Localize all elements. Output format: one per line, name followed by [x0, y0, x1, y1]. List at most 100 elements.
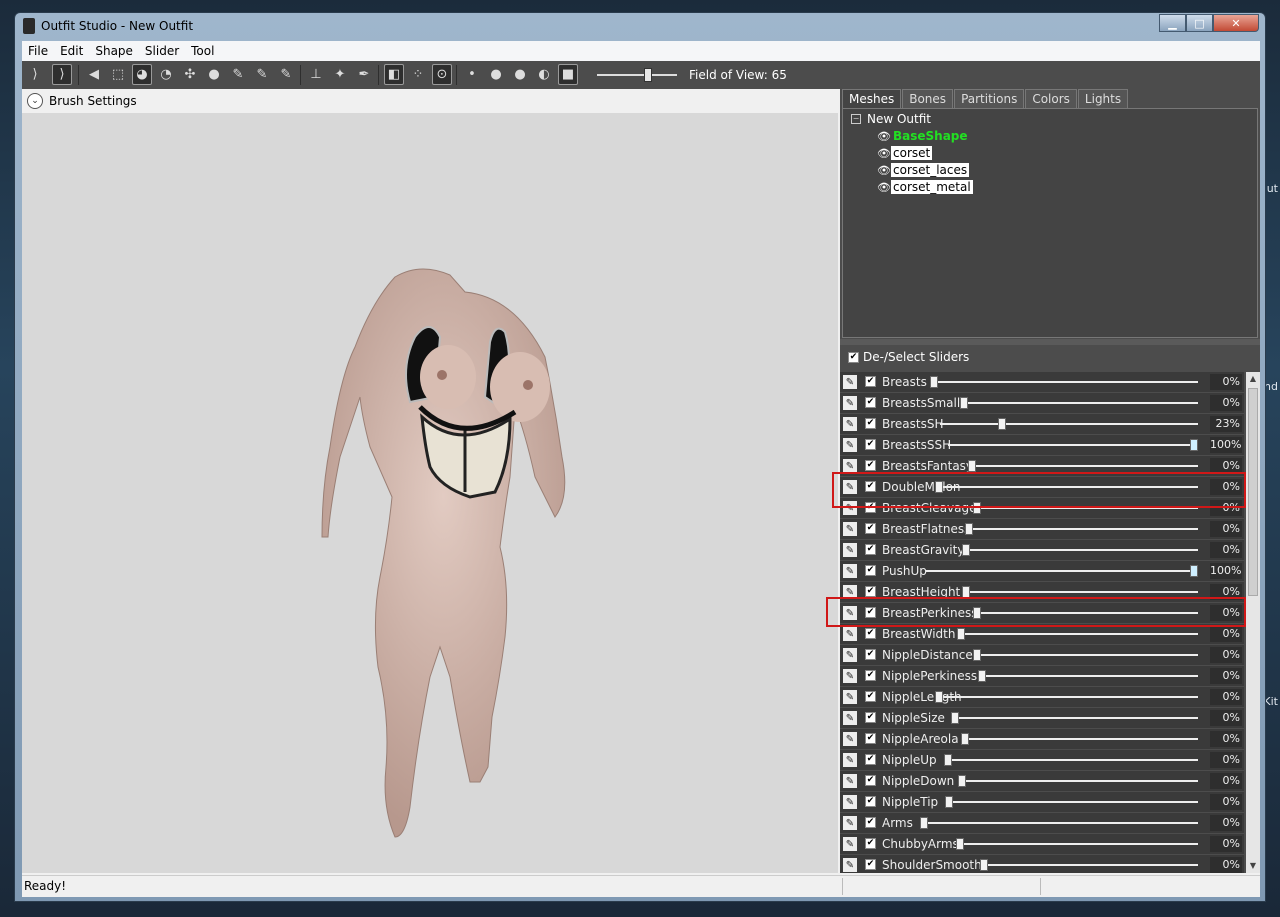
pointer-icon[interactable]: ◀ [84, 64, 104, 85]
slider-value[interactable]: 23% [1210, 416, 1242, 432]
move-brush-icon[interactable]: ✣ [180, 64, 200, 85]
slider-value[interactable]: 0% [1210, 836, 1242, 852]
menu-slider[interactable]: Slider [139, 44, 185, 58]
edit-slider-icon[interactable]: ✎ [843, 795, 857, 809]
tree-item-baseshape[interactable]: 👁 BaseShape [877, 129, 970, 143]
tab-meshes[interactable]: Meshes [842, 89, 902, 110]
slider-checkbox[interactable]: ✔ [865, 733, 876, 744]
slider-track[interactable] [960, 397, 1198, 409]
slider-track[interactable] [948, 439, 1198, 451]
fov-slider[interactable] [597, 68, 677, 82]
slider-value[interactable]: 0% [1210, 521, 1242, 537]
fov-slider-thumb[interactable] [643, 68, 652, 82]
wireframe-icon[interactable]: ◐ [534, 64, 554, 85]
menu-edit[interactable]: Edit [54, 44, 89, 58]
slider-checkbox[interactable]: ✔ [865, 397, 876, 408]
scroll-down-icon[interactable]: ▼ [1246, 859, 1260, 873]
weight-brush-icon[interactable]: ✎ [228, 64, 248, 85]
slider-track[interactable] [956, 838, 1198, 850]
alpha-brush-icon[interactable]: ✎ [276, 64, 296, 85]
slider-checkbox[interactable]: ✔ [865, 544, 876, 555]
brush-size-large-icon[interactable]: ● [510, 64, 530, 85]
edit-slider-icon[interactable]: ✎ [843, 522, 857, 536]
slider-value[interactable]: 0% [1210, 542, 1242, 558]
edit-slider-icon[interactable]: ✎ [843, 753, 857, 767]
slider-value[interactable]: 0% [1210, 773, 1242, 789]
edit-slider-icon[interactable]: ✎ [843, 858, 857, 872]
slider-track[interactable] [958, 775, 1198, 787]
slider-track[interactable] [978, 670, 1198, 682]
slider-value[interactable]: 0% [1210, 374, 1242, 390]
slider-checkbox[interactable]: ✔ [865, 460, 876, 471]
slider-checkbox[interactable]: ✔ [865, 817, 876, 828]
edit-slider-icon[interactable]: ✎ [843, 669, 857, 683]
slider-value[interactable]: 0% [1210, 731, 1242, 747]
slider-thumb[interactable] [968, 460, 976, 472]
scrollbar-thumb[interactable] [1248, 388, 1258, 596]
slider-value[interactable]: 0% [1210, 857, 1242, 873]
slider-value[interactable]: 0% [1210, 647, 1242, 663]
axis-icon[interactable]: ⊥ [306, 64, 326, 85]
tab-colors[interactable]: Colors [1025, 89, 1077, 110]
title-bar[interactable]: Outfit Studio - New Outfit ▁ □ ✕ [15, 13, 1265, 41]
slider-checkbox[interactable]: ✔ [865, 586, 876, 597]
maximize-button[interactable]: □ [1186, 14, 1213, 32]
slider-thumb[interactable] [962, 544, 970, 556]
tree-root[interactable]: − New Outfit [851, 112, 931, 126]
edit-slider-icon[interactable]: ✎ [843, 648, 857, 662]
slider-thumb[interactable] [930, 376, 938, 388]
pin-icon[interactable]: ✦ [330, 64, 350, 85]
slider-track[interactable] [961, 733, 1198, 745]
edit-slider-icon[interactable]: ✎ [843, 774, 857, 788]
edit-slider-icon[interactable]: ✎ [843, 627, 857, 641]
slider-track[interactable] [980, 859, 1198, 871]
brush-size-medium-icon[interactable]: ● [486, 64, 506, 85]
slider-thumb[interactable] [951, 712, 959, 724]
menu-file[interactable]: File [22, 44, 54, 58]
slider-checkbox[interactable]: ✔ [865, 628, 876, 639]
edit-slider-icon[interactable]: ✎ [843, 732, 857, 746]
slider-thumb[interactable] [958, 775, 966, 787]
slider-value[interactable]: 0% [1210, 689, 1242, 705]
slider-value[interactable]: 0% [1210, 710, 1242, 726]
edit-slider-icon[interactable]: ✎ [843, 564, 857, 578]
minimize-button[interactable]: ▁ [1159, 14, 1186, 32]
xray-icon[interactable]: ⊙ [432, 64, 452, 85]
collapse-icon[interactable]: − [851, 114, 861, 124]
slider-thumb[interactable] [960, 397, 968, 409]
select-all-sliders-checkbox[interactable]: ✔ [848, 351, 859, 363]
slider-checkbox[interactable]: ✔ [865, 691, 876, 702]
edit-slider-icon[interactable]: ✎ [843, 711, 857, 725]
transform-icon[interactable]: ⟩ [52, 64, 72, 85]
edit-slider-icon[interactable]: ✎ [843, 837, 857, 851]
slider-thumb[interactable] [935, 691, 943, 703]
chevron-down-icon[interactable]: ⌄ [27, 93, 43, 109]
slider-track[interactable] [968, 460, 1198, 472]
slider-value[interactable]: 0% [1210, 395, 1242, 411]
slider-track[interactable] [920, 817, 1198, 829]
tree-item-corset[interactable]: 👁 corset [877, 146, 933, 160]
inflate-brush-icon[interactable]: ◕ [132, 64, 152, 85]
brush-settings-label[interactable]: Brush Settings [49, 94, 137, 108]
3d-viewport[interactable]: ⌄ Brush Settings [22, 89, 838, 873]
pen-icon[interactable]: ✒ [354, 64, 374, 85]
cube-icon[interactable]: ■ [558, 64, 578, 85]
slider-value[interactable]: 100% [1210, 437, 1242, 453]
slider-list-scrollbar[interactable]: ▲ ▼ [1246, 372, 1260, 873]
slider-track[interactable] [962, 586, 1198, 598]
slider-thumb[interactable] [965, 523, 973, 535]
connected-icon[interactable]: ⁘ [408, 64, 428, 85]
slider-checkbox[interactable]: ✔ [865, 838, 876, 849]
brush-size-small-icon[interactable]: • [462, 64, 482, 85]
edit-slider-icon[interactable]: ✎ [843, 816, 857, 830]
slider-track[interactable] [926, 565, 1198, 577]
slider-thumb[interactable] [978, 670, 986, 682]
menu-shape[interactable]: Shape [89, 44, 139, 58]
slider-checkbox[interactable]: ✔ [865, 859, 876, 870]
smooth-brush-icon[interactable]: ● [204, 64, 224, 85]
slider-value[interactable]: 0% [1210, 752, 1242, 768]
slider-checkbox[interactable]: ✔ [865, 523, 876, 534]
edit-slider-icon[interactable]: ✎ [843, 543, 857, 557]
slider-value[interactable]: 0% [1210, 626, 1242, 642]
mask-brush-icon[interactable]: ⬚ [108, 64, 128, 85]
